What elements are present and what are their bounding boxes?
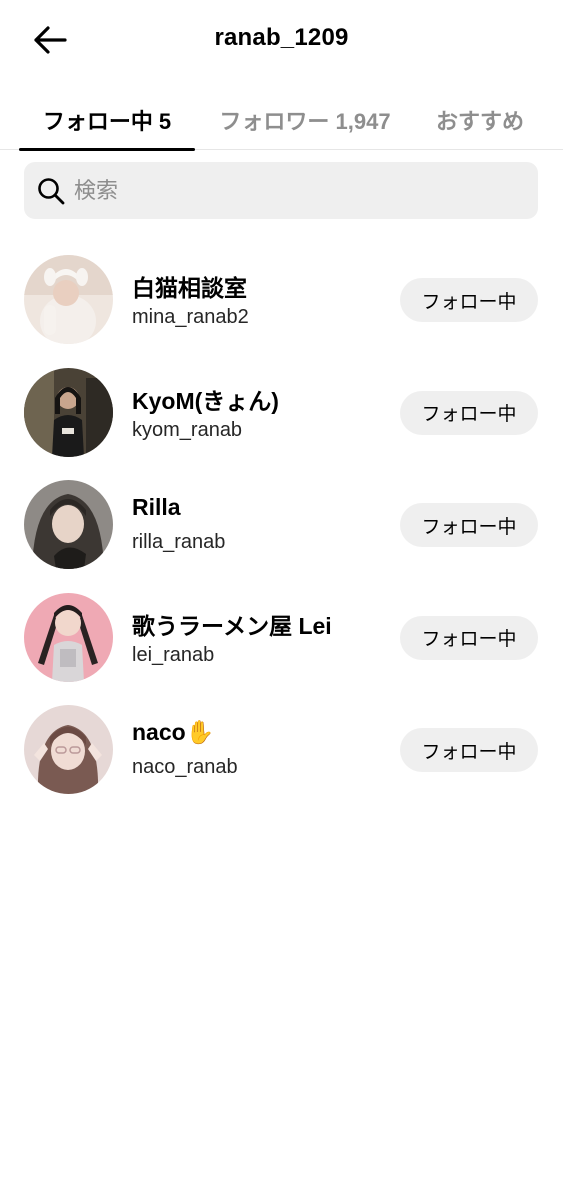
display-name: KyoM(きょん) [132,387,279,414]
following-button[interactable]: フォロー中 [400,278,538,322]
avatar[interactable] [24,480,113,569]
search-icon [36,176,66,206]
following-list: 白猫相談室 mina_ranab2 フォロー中 KyoM(きょん) kyom_r… [0,243,563,806]
display-name: 歌うラーメン屋 Lei [132,612,332,639]
tab-recommended[interactable]: おすすめ [425,100,535,140]
list-item[interactable]: Rilla rilla_ranab フォロー中 [0,468,563,581]
username: kyom_ranab [132,418,243,441]
display-name: naco✋ [132,719,215,745]
avatar[interactable] [24,255,113,344]
avatar[interactable] [24,592,113,682]
tab-bar: フォロー中 5 フォロワー 1,947 おすすめ [0,90,563,151]
following-button[interactable]: フォロー中 [400,390,538,435]
following-button[interactable]: フォロー中 [400,503,538,547]
following-button[interactable]: フォロー中 [400,615,538,660]
search-input[interactable] [74,177,538,204]
avatar[interactable] [24,367,113,457]
tab-followers[interactable]: フォロワー 1,947 [210,100,400,140]
username: naco_ranab [132,756,238,778]
list-item[interactable]: KyoM(きょん) kyom_ranab フォロー中 [0,356,563,469]
list-item[interactable]: 歌うラーメン屋 Lei lei_ranab フォロー中 [0,581,563,694]
display-name: 白猫相談室 [132,275,247,301]
list-item[interactable]: 白猫相談室 mina_ranab2 フォロー中 [0,243,563,356]
search-bar[interactable] [24,162,538,219]
username: mina_ranab2 [132,306,249,328]
display-name: Rilla [132,494,181,520]
header: ranab_1209 [0,0,563,82]
tab-following[interactable]: フォロー中 5 [19,100,195,140]
list-item[interactable]: naco✋ naco_ranab フォロー中 [0,693,563,806]
following-button[interactable]: フォロー中 [400,728,538,772]
following-screen: ranab_1209 フォロー中 5 フォロワー 1,947 おすすめ 検索 白… [0,0,563,1200]
page-title: ranab_1209 [214,24,349,51]
avatar[interactable] [24,705,113,794]
username: lei_ranab [132,643,215,666]
active-tab-indicator [19,148,195,151]
username: rilla_ranab [132,531,226,553]
